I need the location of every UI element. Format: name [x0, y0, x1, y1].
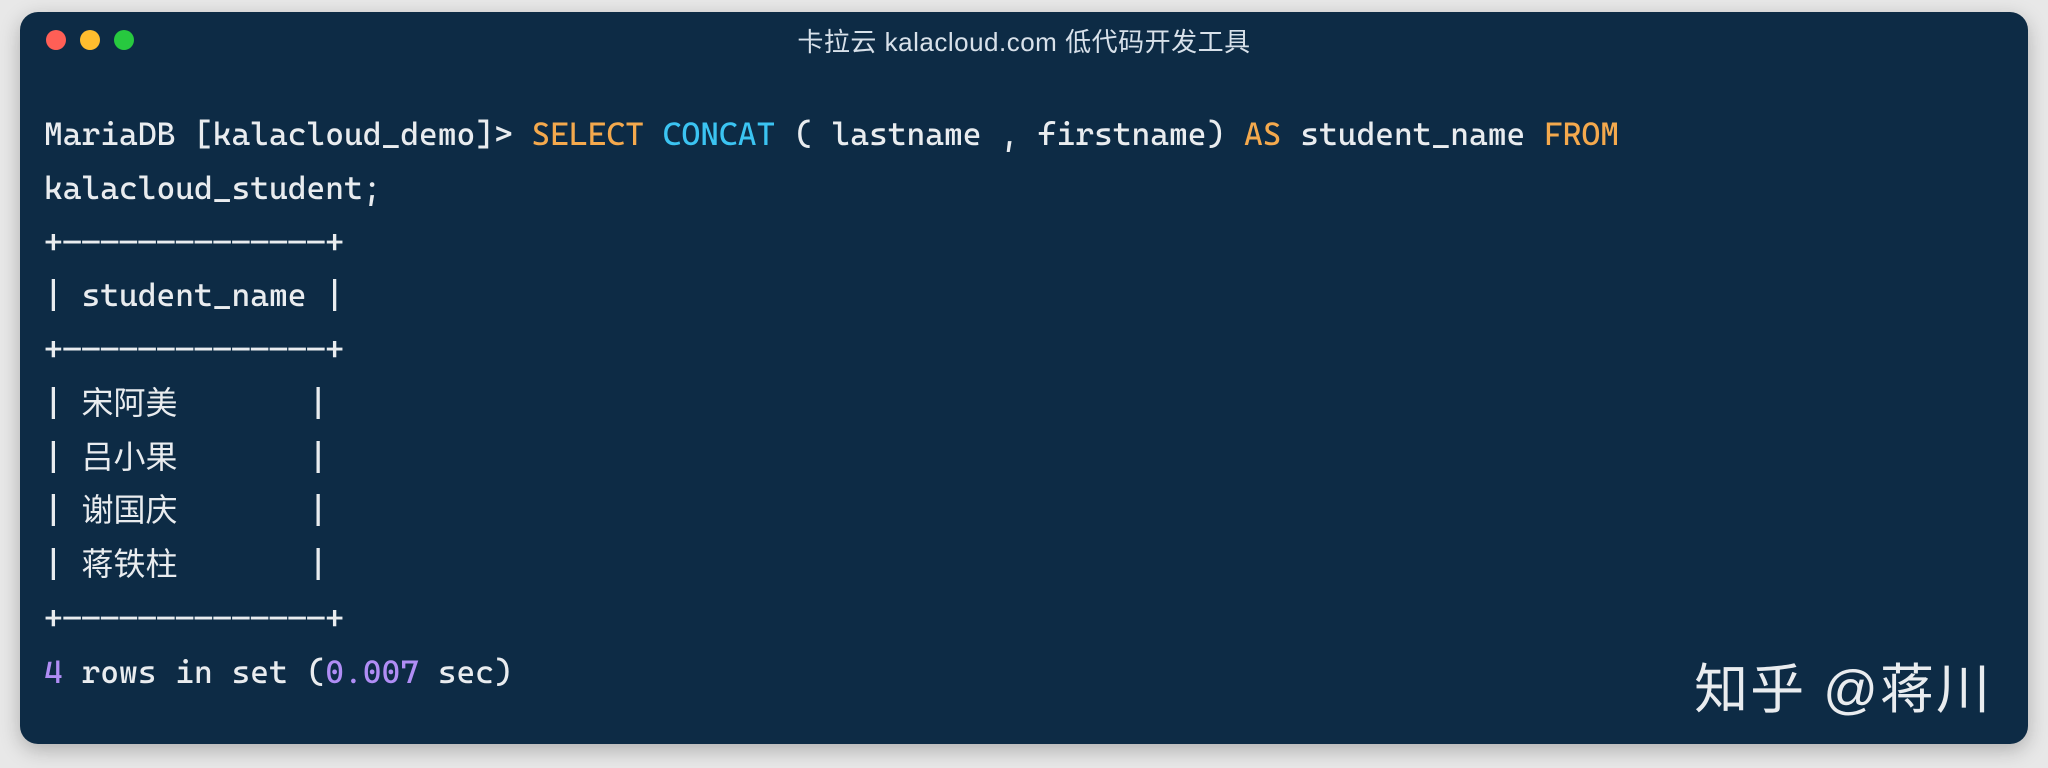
sql-line-2: kalacloud_student;: [44, 169, 382, 207]
table-header: | student_name |: [44, 276, 344, 314]
kw-select: SELECT: [532, 115, 645, 153]
traffic-lights: [46, 30, 134, 50]
terminal-output[interactable]: MariaDB [kalacloud_demo]> SELECT CONCAT …: [20, 68, 2028, 719]
alias: student_name: [1300, 115, 1525, 153]
fn-concat: CONCAT: [663, 115, 776, 153]
table-row: | 蒋铁柱 |: [44, 545, 328, 583]
titlebar: 卡拉云 kalacloud.com 低代码开发工具: [20, 12, 2028, 68]
fn-args: ( lastname , firstname): [775, 115, 1244, 153]
table-border-bot: +——————————————+: [44, 599, 344, 637]
terminal-window: 卡拉云 kalacloud.com 低代码开发工具 MariaDB [kalac…: [20, 12, 2028, 744]
minimize-icon[interactable]: [80, 30, 100, 50]
kw-as: AS: [1244, 115, 1282, 153]
window-title: 卡拉云 kalacloud.com 低代码开发工具: [797, 22, 1250, 59]
table-row: | 谢国庆 |: [44, 491, 328, 529]
close-icon[interactable]: [46, 30, 66, 50]
watermark: 知乎 @蒋川: [1694, 645, 1992, 724]
kw-from: FROM: [1544, 115, 1619, 153]
table-row: | 宋阿美 |: [44, 384, 328, 422]
row-count: 4: [44, 653, 63, 691]
footer-tail: sec): [419, 653, 513, 691]
footer-mid: rows in set (: [63, 653, 326, 691]
query-time: 0.007: [325, 653, 419, 691]
table-border-top: +——————————————+: [44, 223, 344, 261]
table-row: | 吕小果 |: [44, 438, 328, 476]
table-border-mid: +——————————————+: [44, 330, 344, 368]
maximize-icon[interactable]: [114, 30, 134, 50]
sql-prompt: MariaDB [kalacloud_demo]>: [44, 115, 532, 153]
